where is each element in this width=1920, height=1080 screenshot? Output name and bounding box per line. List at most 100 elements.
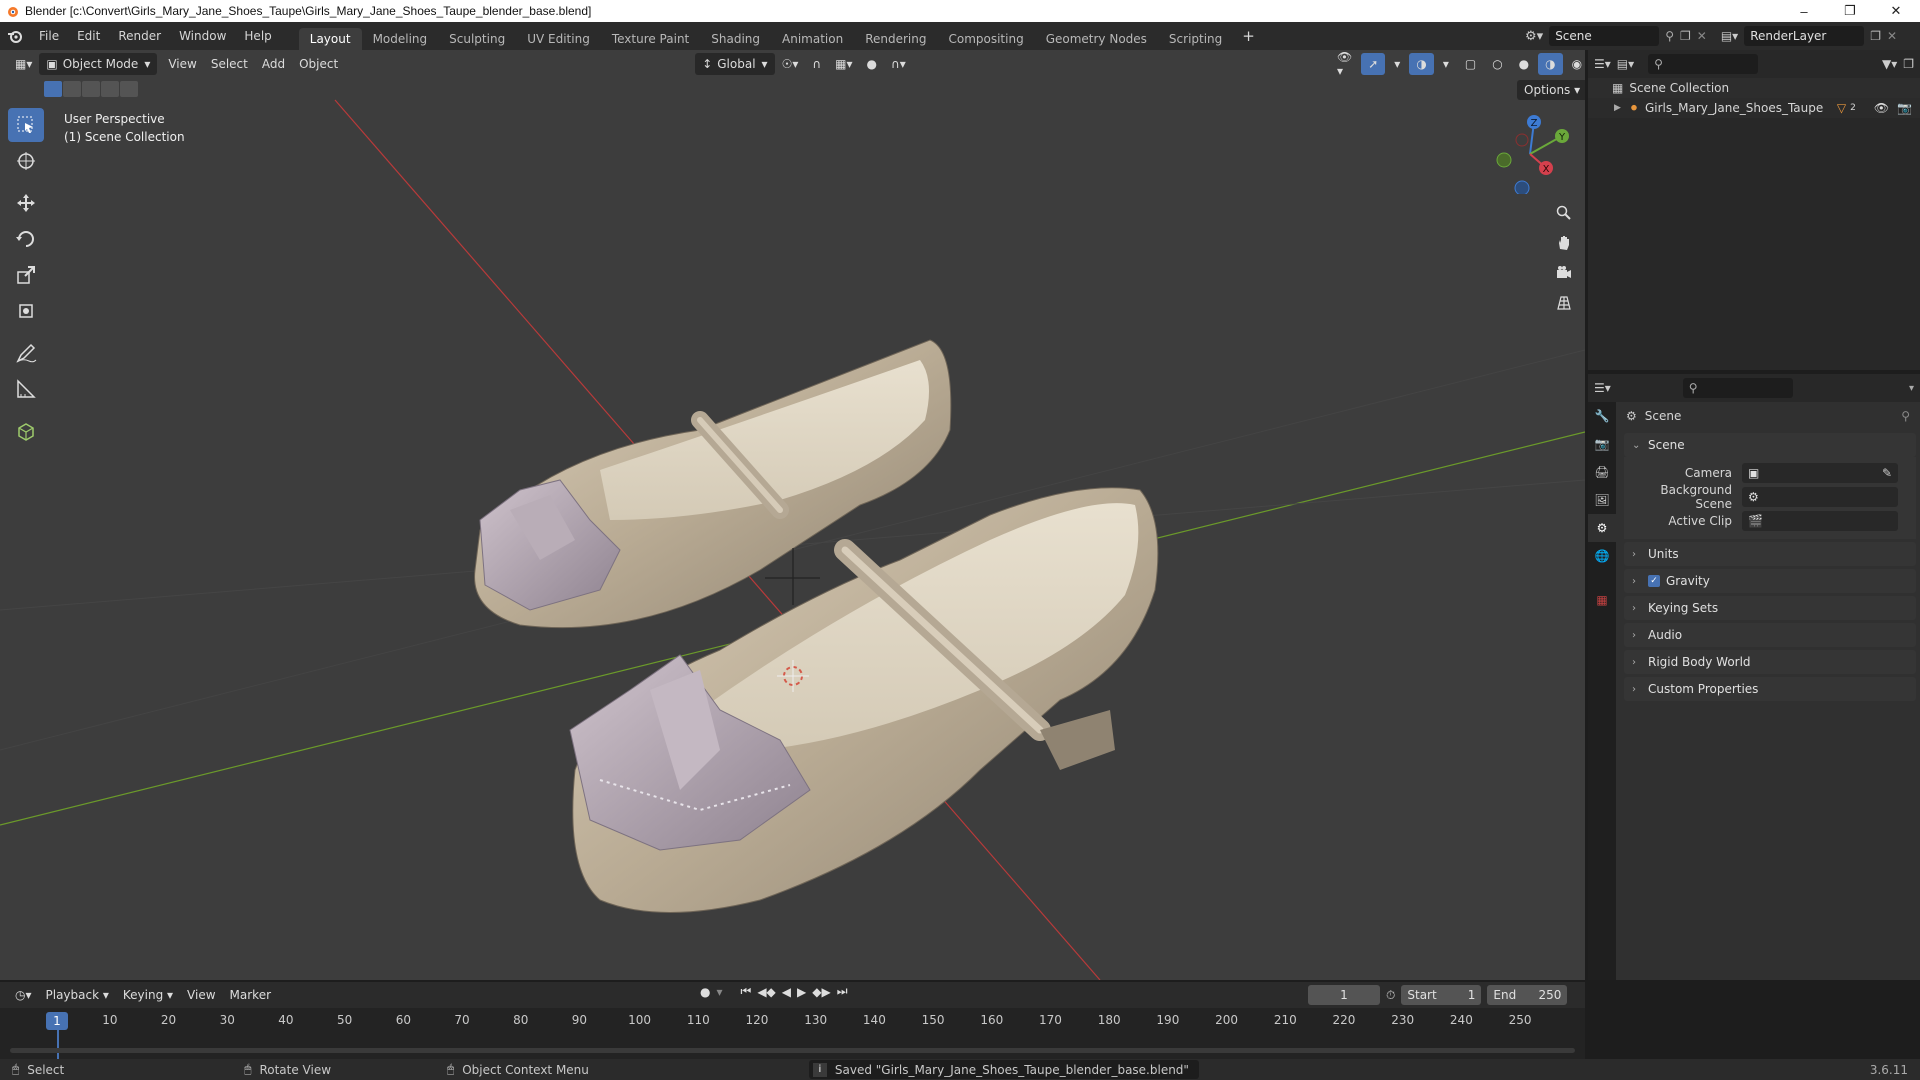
new-scene-icon[interactable]: ❐ [1680,29,1691,43]
select-intersect-icon[interactable] [120,81,138,97]
pivot-icon[interactable]: ☉▾ [775,53,806,75]
delete-scene-icon[interactable]: ✕ [1697,29,1707,43]
tab-uv-editing[interactable]: UV Editing [516,28,601,50]
options-dropdown[interactable]: Options ▾ [1517,80,1585,100]
tab-texture-paint[interactable]: Texture Paint [601,28,700,50]
pan-hand-icon[interactable] [1551,230,1577,256]
panel-audio[interactable]: › Audio [1624,623,1916,647]
new-collection-icon[interactable]: ❐ [1903,57,1914,71]
eyedropper-icon[interactable]: ✎ [1882,466,1892,480]
gizmo-icon[interactable]: ➚ [1361,53,1386,75]
expand-arrow-icon[interactable]: ▶ [1614,103,1621,113]
current-frame-field[interactable]: 1 [1308,985,1380,1005]
render-tab-icon[interactable]: 📷 [1588,430,1616,458]
zoom-icon[interactable] [1551,200,1577,226]
timeline-editor-type-icon[interactable]: ◷▾ [8,984,39,1006]
outliner-search-input[interactable]: ⚲ [1648,54,1759,74]
view-layer-tab-icon[interactable]: 🖼 [1588,486,1616,514]
world-tab-icon[interactable]: 🌐 [1588,542,1616,570]
scene-tab-icon[interactable]: ⚙ [1588,514,1616,542]
new-view-layer-icon[interactable]: ❐ [1870,29,1881,43]
render-layer-field[interactable]: RenderLayer [1744,26,1865,46]
cursor-tool-icon[interactable] [8,144,44,178]
texture-tab-icon[interactable]: ▦ [1588,586,1616,614]
jump-start-icon[interactable]: ⏮ [741,984,752,999]
play-reverse-icon[interactable]: ◀ [782,985,791,999]
menu-help[interactable]: Help [235,22,280,50]
move-tool-icon[interactable] [8,186,44,220]
playhead-frame-badge[interactable]: 1 [46,1012,68,1030]
timeline-view-menu[interactable]: View [180,984,222,1006]
close-icon[interactable]: ✕ [1873,0,1919,22]
output-tab-icon[interactable]: 🖨 [1588,458,1616,486]
record-dropdown-icon[interactable]: ▾ [716,985,722,999]
mode-dropdown[interactable]: ▣ Object Mode ▾ [39,53,158,75]
tab-sculpting[interactable]: Sculpting [438,28,516,50]
snap-target-icon[interactable]: ▦▾ [828,53,859,75]
measure-tool-icon[interactable] [8,372,44,406]
scene-selector-icon[interactable]: ⚙▾ [1525,29,1543,44]
scene-name-field[interactable]: Scene [1549,26,1660,46]
select-extend-icon[interactable] [63,81,81,97]
panel-scene[interactable]: ⌄ Scene [1624,433,1916,457]
record-icon[interactable]: ● [700,985,710,999]
panel-keying-sets[interactable]: › Keying Sets [1624,596,1916,620]
filter-icon[interactable]: ▼▾ [1882,57,1897,71]
delete-view-layer-icon[interactable]: ✕ [1887,29,1897,43]
menu-edit[interactable]: Edit [68,22,109,50]
camera-view-icon[interactable] [1551,260,1577,286]
falloff-icon[interactable]: ∩▾ [884,53,913,75]
scale-tool-icon[interactable] [8,258,44,292]
rotate-tool-icon[interactable] [8,222,44,256]
display-mode-icon[interactable]: ▤▾ [1617,57,1634,71]
active-clip-field[interactable]: 🎬 [1742,511,1898,531]
menu-file[interactable]: File [30,22,68,50]
pin-context-icon[interactable]: ⚲ [1901,409,1910,423]
prev-keyframe-icon[interactable]: ◀◆ [757,985,775,999]
proportional-edit-icon[interactable]: ● [860,53,884,75]
select-new-icon[interactable] [44,81,62,97]
end-frame-field[interactable]: End 250 [1487,985,1568,1005]
restore-icon[interactable]: ❐ [1827,0,1873,22]
menu-object[interactable]: Object [292,53,345,75]
select-box-tool-icon[interactable] [8,108,44,142]
keying-menu[interactable]: Keying ▾ [116,984,180,1006]
tab-shading[interactable]: Shading [700,28,771,50]
outliner-row-scene-collection[interactable]: ▦ Scene Collection [1588,78,1920,98]
menu-add[interactable]: Add [255,53,292,75]
overlay-icon[interactable]: ◑ [1409,53,1434,75]
tool-tab-icon[interactable]: 🔧 [1588,402,1616,430]
next-keyframe-icon[interactable]: ◆▶ [812,985,830,999]
transform-tool-icon[interactable] [8,294,44,328]
panel-rigid-body-world[interactable]: › Rigid Body World [1624,650,1916,674]
wireframe-shading-icon[interactable]: ○ [1485,53,1509,75]
overlay-dropdown-icon[interactable]: ▾ [1436,53,1456,75]
menu-view[interactable]: View [161,53,203,75]
tab-geometry-nodes[interactable]: Geometry Nodes [1035,28,1158,50]
tab-rendering[interactable]: Rendering [854,28,937,50]
tab-scripting[interactable]: Scripting [1158,28,1233,50]
menu-select[interactable]: Select [204,53,255,75]
select-invert-icon[interactable] [101,81,119,97]
panel-units[interactable]: › Units [1624,542,1916,566]
jump-end-icon[interactable]: ⏭ [837,984,848,999]
render-toggle-icon[interactable]: 📷 [1897,101,1912,115]
visibility-icon[interactable]: 👁▾ [1330,50,1359,78]
outliner-editor-type-icon[interactable]: ☰▾ [1594,57,1611,71]
minimize-icon[interactable]: – [1781,0,1827,22]
orientation-dropdown[interactable]: ↕ Global ▾ [695,53,775,75]
perspective-toggle-icon[interactable] [1551,290,1577,316]
view-layer-selector-icon[interactable]: ▤▾ [1721,29,1738,43]
add-workspace-icon[interactable]: + [1233,22,1264,50]
snap-icon[interactable]: ∩ [805,53,828,75]
xray-icon[interactable]: ▢ [1458,53,1483,75]
solid-shading-icon[interactable]: ● [1512,53,1536,75]
camera-field[interactable]: ▣ ✎ [1742,463,1898,483]
3d-viewport[interactable]: ▦▾ ▣ Object Mode ▾ View Select Add Object … [0,50,1585,980]
add-cube-tool-icon[interactable] [8,414,44,448]
rendered-shading-icon[interactable]: ◉ [1565,53,1585,75]
panel-gravity[interactable]: › ✓ Gravity [1624,569,1916,593]
background-scene-field[interactable]: ⚙ [1742,487,1898,507]
timeline-scrollbar[interactable] [10,1048,1575,1053]
start-frame-field[interactable]: Start 1 [1401,985,1482,1005]
